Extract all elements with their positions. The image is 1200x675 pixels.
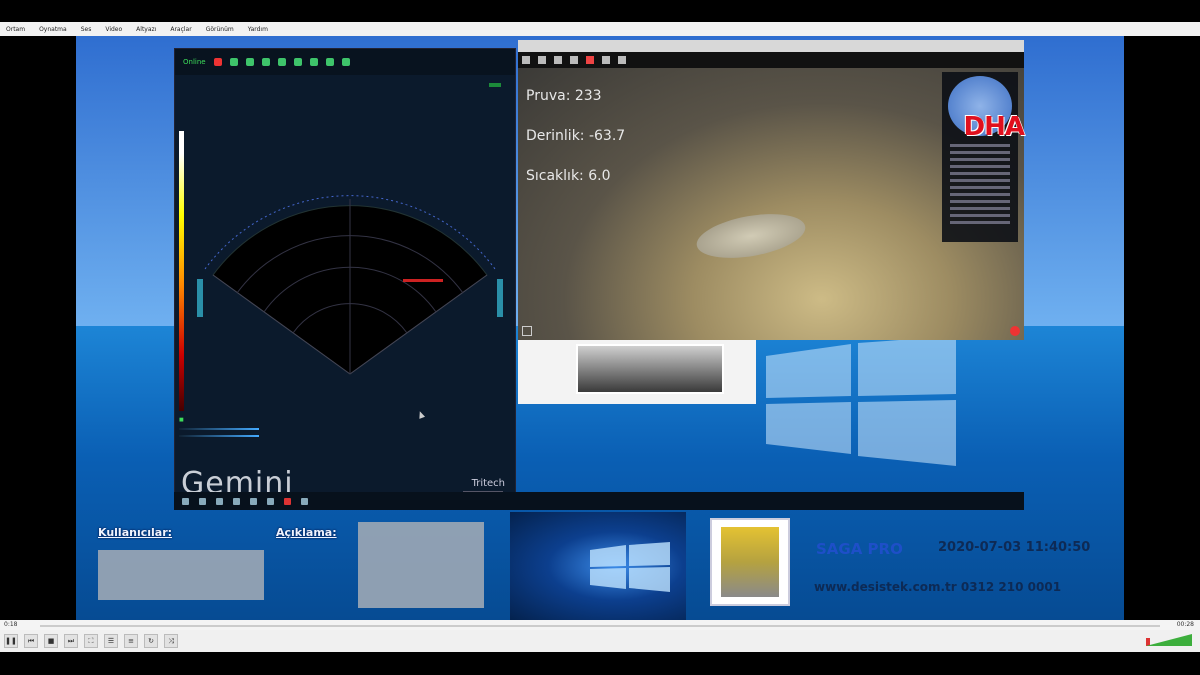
search-icon[interactable] [199,497,206,505]
app-icon-1[interactable] [233,497,240,505]
seek-track[interactable] [40,625,1160,627]
total-time: 00:28 [1176,621,1194,628]
app-icon-5[interactable] [301,497,308,505]
vlc-player-window: Ortam Oynatma Ses Video Altyazı Araçlar … [0,0,1200,675]
camera-feed: Pruva: 233 Derinlik: -63.7 Sıcaklık: 6.0… [518,68,1025,340]
fullscreen-button[interactable]: ⛶ [84,634,98,648]
saga-logo [710,518,790,606]
saga-logo-image [721,527,779,597]
play-icon[interactable] [229,58,238,66]
battery-icon[interactable] [618,56,626,64]
menu-item-view[interactable]: Görünüm [206,26,234,33]
extended-settings-button[interactable]: ☰ [104,634,118,648]
camera-title-bar [518,40,1024,52]
app-icon-3[interactable] [267,497,274,505]
menu-item-tools[interactable]: Araçlar [170,26,191,33]
gain-icon[interactable] [277,58,286,66]
menu-item-help[interactable]: Yardım [248,26,268,33]
stop-button[interactable]: ■ [44,634,58,648]
player-controls: ❚❚ ⏮ ■ ⏭ ⛶ ☰ ≡ ↻ ⤨ [0,630,1200,652]
windows-logo-icon [766,336,956,466]
range-icon[interactable] [261,58,270,66]
loop-button[interactable]: ↻ [144,634,158,648]
mini-window-preview [576,344,724,394]
next-button[interactable]: ⏭ [64,634,78,648]
settings-icon[interactable] [245,58,254,66]
users-box [98,550,264,600]
alert-icon[interactable] [586,56,594,64]
task-view-icon[interactable] [216,497,223,505]
desktop-preview [510,512,686,620]
volume-slider[interactable] [1146,634,1192,646]
menu-item-video[interactable]: Video [105,26,122,33]
document-icon[interactable] [570,56,578,64]
mini-window[interactable] [518,340,756,404]
rov-icon[interactable] [538,56,546,64]
timestamp: 2020-07-03 11:40:50 [938,540,1091,555]
record-icon[interactable] [213,58,222,66]
windows-taskbar [174,492,1024,510]
video-frame[interactable]: Online ■ Gemini Tritech Pruva: 233 Derin… [76,36,1124,620]
app-icon-2[interactable] [250,497,257,505]
sonar-toolbar: Online [175,49,515,75]
wifi-icon[interactable] [309,58,318,66]
dha-watermark: DHA [963,112,1025,142]
pause-button[interactable]: ❚❚ [4,634,18,648]
sonar-fan-display [197,195,503,375]
sicaklik-readout: Sıcaklık: 6.0 [526,168,611,184]
pruva-readout: Pruva: 233 [526,88,602,104]
users-label: Kullanıcılar: [98,526,173,539]
derinlik-readout: Derinlik: -63.7 [526,128,626,144]
windows-logo-small-icon [590,542,670,592]
palette-icon[interactable] [293,58,302,66]
mouse-cursor-icon [416,410,426,419]
record-dot-icon[interactable] [1010,326,1020,336]
shuffle-button[interactable]: ⤨ [164,634,178,648]
telemetry-hud [942,72,1018,242]
contact-info: www.desistek.com.tr 0312 210 0001 [814,580,1062,594]
light-icon[interactable] [602,56,610,64]
menu-item-subtitle[interactable]: Altyazı [136,26,156,33]
camera-toolbar [518,52,1024,68]
sonar-readouts: ■ [179,417,329,442]
readout-gain[interactable] [179,428,329,430]
fullscreen-icon[interactable] [522,326,532,336]
previous-button[interactable]: ⏮ [24,634,38,648]
readout-range[interactable] [179,435,329,437]
seek-bar[interactable]: 0:18 00:28 [0,620,1200,630]
menu-item-audio[interactable]: Ses [81,26,92,33]
camera-window[interactable]: Pruva: 233 Derinlik: -63.7 Sıcaklık: 6.0… [518,40,1025,340]
home-icon[interactable] [522,56,530,64]
notes-box [358,522,484,608]
hud-values [950,144,1010,228]
info-panel: Kullanıcılar: Açıklama: SAGA PRO 2020-07… [76,512,1124,620]
start-icon[interactable] [182,497,189,505]
sonar-status: Online [183,58,206,66]
notes-label: Açıklama: [276,526,337,539]
app-icon-4[interactable] [284,497,291,505]
tritech-logo: Tritech [471,478,505,489]
edit-icon[interactable] [554,56,562,64]
zoom-icon[interactable] [341,58,350,66]
elapsed-time: 0:18 [4,621,18,628]
sonar-window[interactable]: Online ■ Gemini Tritech [174,48,516,510]
readout-online: ■ [179,417,184,423]
sonar-target-marker [403,279,443,282]
seafloor-object [693,206,809,266]
sonar-badge [489,83,501,87]
measure-icon[interactable] [325,58,334,66]
menu-item-playback[interactable]: Oynatma [39,26,67,33]
player-menu-bar: Ortam Oynatma Ses Video Altyazı Araçlar … [0,22,1200,36]
sonar-color-scale [179,131,184,411]
menu-item-media[interactable]: Ortam [6,26,25,33]
playlist-button[interactable]: ≡ [124,634,138,648]
brand-name: SAGA PRO [816,540,903,558]
